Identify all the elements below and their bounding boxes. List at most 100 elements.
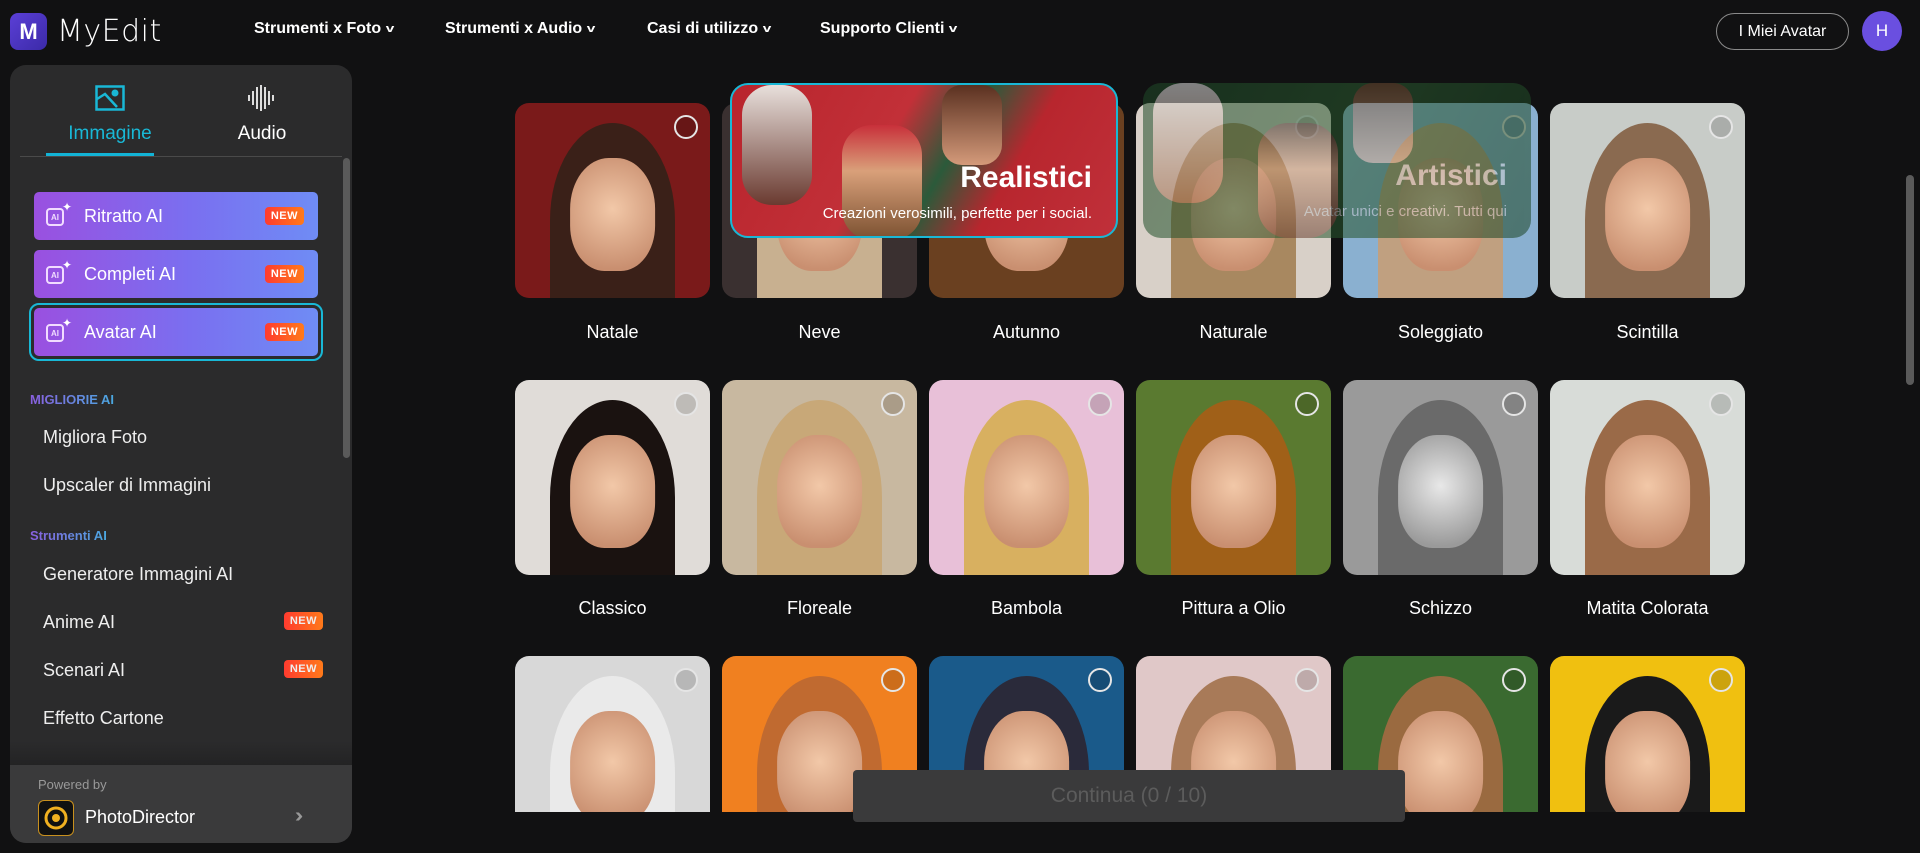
style-tile[interactable] bbox=[1550, 380, 1745, 575]
main-content: Natale Neve Autunno Naturale Soleggiato Scint… bbox=[352, 65, 1912, 853]
completi-ai-button[interactable]: AI ✦ Completi AI NEW bbox=[34, 250, 318, 298]
portrait-face bbox=[776, 710, 863, 812]
photodirector-name: PhotoDirector bbox=[85, 807, 196, 827]
portrait-face bbox=[776, 434, 863, 548]
select-radio[interactable] bbox=[1088, 668, 1112, 692]
new-badge: NEW bbox=[283, 660, 323, 678]
nav-casi-utilizzo[interactable]: Casi di utilizzo v bbox=[647, 20, 772, 38]
select-radio[interactable] bbox=[1295, 668, 1319, 692]
tab-audio[interactable]: Audio bbox=[202, 83, 322, 145]
style-label: Matita Colorata bbox=[1586, 598, 1709, 618]
nav-strumenti-foto[interactable]: Strumenti x Foto v bbox=[254, 20, 395, 38]
portrait-face bbox=[1397, 434, 1484, 548]
ritratto-ai-button[interactable]: AI ✦ Ritratto AI NEW bbox=[34, 192, 318, 240]
style-tile[interactable] bbox=[722, 380, 917, 575]
continue-button[interactable]: Continua (0 / 10) bbox=[853, 770, 1405, 822]
chevron-down-icon: v bbox=[385, 23, 395, 35]
banner-subtitle: Avatar unici e creativi. Tutti qui bbox=[1303, 203, 1507, 220]
select-radio[interactable] bbox=[1502, 668, 1526, 692]
image-icon bbox=[50, 83, 170, 113]
sidebar-scrollbar[interactable] bbox=[343, 158, 350, 458]
sidebar-item-migliora-foto[interactable]: Migliora Foto bbox=[43, 427, 323, 448]
nav-label: Supporto Clienti bbox=[820, 20, 945, 37]
style-tile[interactable] bbox=[1136, 380, 1331, 575]
photodirector-logo-icon bbox=[38, 800, 74, 836]
banner-title: Realistici bbox=[960, 161, 1092, 194]
select-radio[interactable] bbox=[881, 392, 905, 416]
page-scrollbar[interactable] bbox=[1906, 175, 1914, 385]
chevron-down-icon: v bbox=[762, 23, 772, 35]
select-radio[interactable] bbox=[674, 668, 698, 692]
avatar-ai-button[interactable]: AI ✦ Avatar AI NEW bbox=[29, 303, 323, 361]
logo-text: MyEdit bbox=[57, 14, 162, 49]
select-radio[interactable] bbox=[674, 392, 698, 416]
select-radio[interactable] bbox=[1709, 392, 1733, 416]
select-radio[interactable] bbox=[1709, 668, 1733, 692]
style-label: Bambola bbox=[990, 598, 1063, 618]
button-label: Ritratto AI bbox=[84, 205, 164, 226]
tab-label: Audio bbox=[237, 123, 287, 144]
section-title-migliorie: MIGLIORIE AI bbox=[30, 392, 115, 407]
nav-label: Strumenti x Audio bbox=[445, 20, 583, 37]
powered-by-label: Powered by bbox=[38, 777, 107, 792]
select-radio[interactable] bbox=[881, 668, 905, 692]
myedit-logo[interactable]: M MyEdit bbox=[10, 13, 162, 50]
select-radio[interactable] bbox=[1295, 392, 1319, 416]
new-badge: NEW bbox=[264, 323, 304, 341]
style-tile[interactable] bbox=[1550, 656, 1745, 812]
portrait-face bbox=[1604, 434, 1691, 548]
style-label: Scintilla bbox=[1616, 322, 1679, 342]
portrait-face bbox=[1604, 710, 1691, 812]
sidebar-item-upscaler[interactable]: Upscaler di Immagini bbox=[43, 475, 323, 496]
sidebar-item-effetto-cartone[interactable]: Effetto Cartone bbox=[43, 708, 323, 729]
sidebar-item-generatore[interactable]: Generatore Immagini AI bbox=[43, 564, 323, 585]
style-grid: Natale Neve Autunno Naturale Soleggiato Scint… bbox=[352, 65, 1912, 812]
button-label: Completi AI bbox=[84, 263, 177, 284]
style-label: Autunno bbox=[992, 322, 1061, 342]
style-label: Classico bbox=[578, 598, 647, 618]
style-tile[interactable] bbox=[1343, 380, 1538, 575]
select-radio[interactable] bbox=[1088, 392, 1112, 416]
portrait-face bbox=[569, 157, 656, 271]
portrait-face bbox=[1604, 157, 1691, 271]
style-label: Pittura a Olio bbox=[1181, 598, 1286, 618]
style-tile[interactable] bbox=[1550, 103, 1745, 298]
style-tile[interactable] bbox=[515, 380, 710, 575]
banner-realistici[interactable]: Realistici Creazioni verosimili, perfett… bbox=[730, 83, 1118, 238]
new-badge: NEW bbox=[264, 265, 304, 283]
portrait-face bbox=[1397, 710, 1484, 812]
button-label: Avatar AI bbox=[84, 321, 157, 342]
new-badge: NEW bbox=[283, 612, 323, 630]
style-tile[interactable] bbox=[929, 380, 1124, 575]
select-radio[interactable] bbox=[674, 115, 698, 139]
chevron-down-icon: v bbox=[949, 23, 958, 35]
ai-sparkle-icon: AI ✦ bbox=[46, 316, 72, 344]
top-header: M MyEdit Strumenti x Foto v Strumenti x A… bbox=[0, 0, 1920, 65]
section-title-strumenti: Strumenti AI bbox=[30, 528, 107, 543]
waveform-icon bbox=[202, 83, 322, 113]
ai-sparkle-icon: AI ✦ bbox=[46, 200, 72, 228]
ai-sparkle-icon: AI ✦ bbox=[46, 258, 72, 286]
style-label: Natale bbox=[586, 322, 639, 342]
select-radio[interactable] bbox=[1709, 115, 1733, 139]
style-label: Soleggiato bbox=[1397, 322, 1484, 342]
nav-strumenti-audio[interactable]: Strumenti x Audio v bbox=[445, 20, 596, 38]
style-label: Naturale bbox=[1199, 322, 1268, 342]
powered-by-footer[interactable]: Powered by PhotoDirector ››› bbox=[10, 765, 352, 843]
banner-artistici[interactable]: Artistici Avatar unici e creativi. Tutti… bbox=[1143, 83, 1531, 238]
sidebar: Immagine Audio AI ✦ Ritratto AI NEW AI ✦ C… bbox=[10, 65, 352, 843]
portrait-face bbox=[569, 434, 656, 548]
select-radio[interactable] bbox=[1502, 392, 1526, 416]
style-tile[interactable] bbox=[515, 656, 710, 812]
divider bbox=[20, 156, 342, 157]
sidebar-item-scenari-ai[interactable]: Scenari AI NEW bbox=[43, 660, 323, 681]
chevron-down-icon: v bbox=[586, 23, 596, 35]
tab-immagine[interactable]: Immagine bbox=[50, 83, 170, 145]
sidebar-item-anime-ai[interactable]: Anime AI NEW bbox=[43, 612, 323, 633]
scroll-fade bbox=[10, 741, 352, 765]
user-avatar[interactable]: H bbox=[1862, 11, 1902, 51]
nav-supporto-clienti[interactable]: Supporto Clienti v bbox=[820, 20, 958, 38]
style-tile[interactable] bbox=[515, 103, 710, 298]
my-avatars-button[interactable]: I Miei Avatar bbox=[1716, 13, 1849, 50]
nav-label: Casi di utilizzo bbox=[647, 20, 759, 37]
